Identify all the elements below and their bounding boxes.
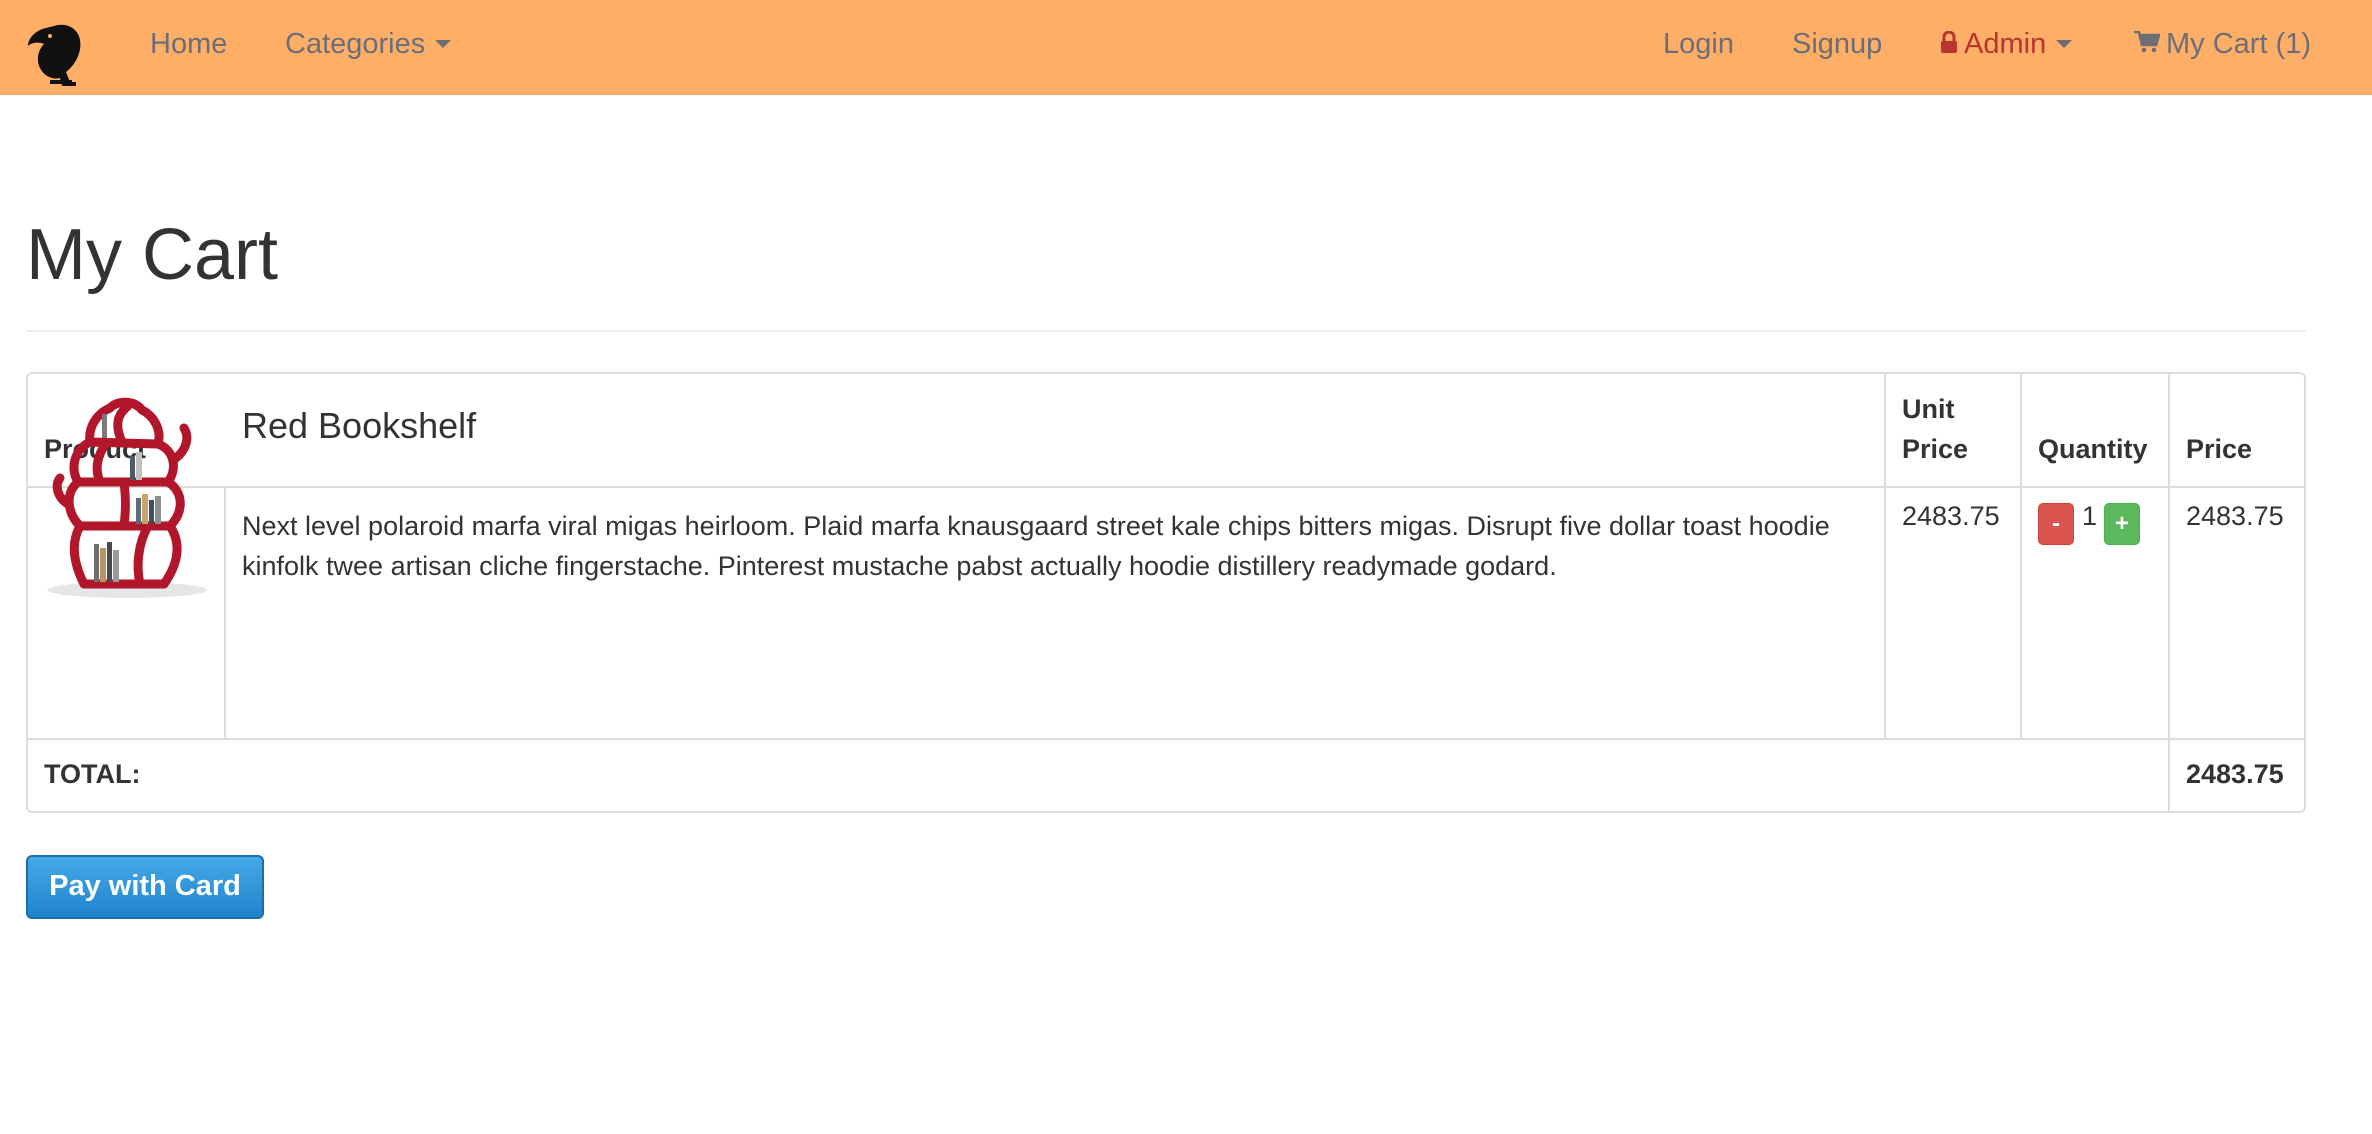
product-image[interactable] (44, 394, 210, 600)
nav-home[interactable]: Home (150, 0, 227, 90)
header-unit-price: Unit Price (1902, 389, 1968, 469)
increment-quantity-label: + (2114, 510, 2129, 537)
unit-price-value: 2483.75 (1902, 501, 2000, 531)
header-unit-price-line2: Price (1902, 434, 1969, 464)
nav-categories-dropdown[interactable]: Categories (285, 0, 452, 90)
product-description: Next level polaroid marfa viral migas he… (242, 511, 1830, 581)
lock-icon (1941, 31, 1957, 54)
increment-quantity-button[interactable]: + (2104, 503, 2140, 545)
table-divider (224, 487, 226, 739)
header-unit-price-line1: Unit (1902, 394, 1955, 424)
table-divider (1884, 374, 1886, 739)
header-price: Price (2186, 434, 2253, 464)
price-value: 2483.75 (2186, 501, 2284, 531)
nav-categories-label: Categories (285, 28, 426, 60)
cart-table: Product Unit Price Quantity Price Red Bo… (26, 372, 2306, 813)
table-divider (28, 738, 2304, 740)
page-header: My Cart (26, 205, 2306, 332)
nav-my-cart[interactable]: My Cart (1) (2134, 0, 2311, 90)
toucan-logo-icon (28, 24, 81, 86)
shopping-cart-icon (2134, 31, 2160, 53)
chevron-down-icon (435, 39, 452, 48)
nav-admin-label: Admin (1964, 28, 2047, 60)
decrement-quantity-label: - (2052, 510, 2060, 537)
brand-logo[interactable] (26, 20, 88, 90)
table-divider (2168, 374, 2170, 813)
chevron-down-icon (2056, 39, 2073, 48)
table-divider (28, 486, 2304, 488)
page-title: My Cart (26, 215, 278, 295)
decrement-quantity-button[interactable]: - (2038, 503, 2074, 545)
nav-login[interactable]: Login (1663, 0, 1734, 90)
quantity-value: 1 (2082, 501, 2098, 531)
nav-login-label: Login (1663, 28, 1734, 60)
nav-signup-label: Signup (1792, 28, 1883, 60)
red-bookshelf-image (47, 397, 207, 598)
pay-with-card-button[interactable]: Pay with Card (26, 855, 264, 919)
header-quantity: Quantity (2038, 434, 2148, 464)
pay-with-card-label: Pay with Card (49, 870, 241, 902)
total-value: 2483.75 (2186, 759, 2284, 789)
nav-my-cart-label: My Cart (1) (2166, 28, 2311, 60)
nav-signup[interactable]: Signup (1792, 0, 1882, 90)
navbar: Home Categories Login Signup Admin My Ca… (0, 0, 2372, 95)
nav-admin-dropdown[interactable]: Admin (1940, 0, 2073, 90)
nav-home-label: Home (150, 28, 228, 60)
product-name[interactable]: Red Bookshelf (242, 405, 476, 447)
table-divider (2020, 374, 2022, 739)
total-label: TOTAL: (44, 759, 141, 789)
